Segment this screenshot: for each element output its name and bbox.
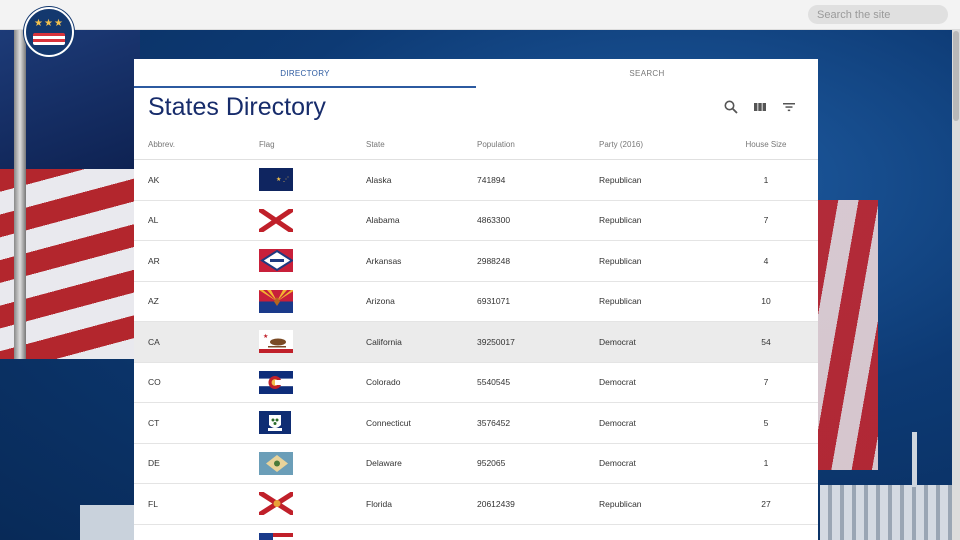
- table-row[interactable]: CO Colorado 5540545 Democrat 7: [134, 362, 818, 403]
- cell-state: Delaware: [352, 443, 463, 484]
- table-row[interactable]: AR Arkansas 2988248 Republican 4: [134, 240, 818, 282]
- site-logo[interactable]: ★★★: [24, 7, 74, 57]
- cell-population: 4863300: [463, 200, 585, 241]
- connecticut-flag-icon: [259, 411, 291, 435]
- cell-population: 952065: [463, 443, 585, 484]
- cell-house-size: 1: [714, 159, 818, 201]
- cell-party: Republican: [585, 281, 714, 322]
- column-header-flag[interactable]: Flag: [245, 129, 352, 160]
- alabama-flag-icon: [259, 208, 293, 232]
- table-row[interactable]: CA ★ California 39250017 Democrat 54: [134, 321, 818, 363]
- cell-state: Alaska: [352, 159, 463, 201]
- cell-state: Arizona: [352, 281, 463, 322]
- flag-pole: [14, 29, 26, 359]
- cell-abbrev: DE: [134, 443, 245, 484]
- cell-population: 20612439: [463, 483, 585, 525]
- cell-population: 39250017: [463, 321, 585, 363]
- cell-abbrev: CA: [134, 321, 245, 363]
- cell-abbrev: CO: [134, 362, 245, 403]
- alaska-flag-icon: ★ ⋰: [259, 168, 293, 192]
- cell-house-size: 7: [714, 200, 818, 241]
- table-row[interactable]: FL Florida 20612439 Republican 27: [134, 483, 818, 525]
- search-icon[interactable]: [723, 99, 739, 115]
- column-header-party[interactable]: Party (2016): [585, 129, 714, 160]
- directory-card: DIRECTORY SEARCH States Directory Abbrev…: [134, 59, 818, 540]
- tab-bar: DIRECTORY SEARCH: [134, 59, 818, 88]
- table-header-row: Abbrev. Flag State Population Party (201…: [134, 129, 818, 160]
- table-row[interactable]: AL Alabama 4863300 Republican 7: [134, 200, 818, 241]
- cell-state: Colorado: [352, 362, 463, 403]
- georgia-flag-icon: [259, 532, 293, 540]
- cell-house-size: 1: [714, 443, 818, 484]
- cell-house-size: 10: [714, 281, 818, 322]
- site-search-input[interactable]: [808, 5, 948, 24]
- delaware-flag-icon: [259, 451, 293, 475]
- florida-flag-icon: [259, 492, 293, 516]
- stripes-icon: [33, 33, 65, 45]
- svg-text:★: ★: [263, 333, 268, 340]
- page-scrollbar[interactable]: [952, 29, 960, 540]
- tab-directory[interactable]: DIRECTORY: [134, 59, 476, 88]
- cell-state: Florida: [352, 483, 463, 525]
- cell-party: Republican: [585, 159, 714, 201]
- cell-state: Arkansas: [352, 240, 463, 282]
- stars-icon: ★★★: [34, 18, 64, 29]
- cell-party: Democrat: [585, 443, 714, 484]
- cell-party: Democrat: [585, 362, 714, 403]
- capitol-spire: [912, 432, 917, 487]
- colorado-flag-icon: [259, 370, 293, 394]
- capitol-building: [820, 485, 960, 540]
- cell-abbrev: AZ: [134, 281, 245, 322]
- table-row[interactable]: AK ★ ⋰ Alaska 741894 Republican 1: [134, 159, 818, 201]
- top-bar: [0, 0, 960, 30]
- cell-party: Republican: [585, 200, 714, 241]
- states-table: Abbrev. Flag State Population Party (201…: [134, 129, 818, 540]
- us-flag-image-right: [818, 200, 878, 470]
- cell-state: Alabama: [352, 200, 463, 241]
- column-header-abbrev[interactable]: Abbrev.: [134, 129, 245, 160]
- column-header-population[interactable]: Population: [463, 129, 585, 160]
- cell-house-size: 4: [714, 240, 818, 282]
- scrollbar-thumb[interactable]: [953, 31, 959, 121]
- cell-abbrev: AK: [134, 159, 245, 201]
- cell-population: 3576452: [463, 402, 585, 444]
- cell-population: 2988248: [463, 240, 585, 282]
- cell-house-size: 27: [714, 483, 818, 525]
- tab-search[interactable]: SEARCH: [476, 59, 818, 88]
- capitol-building-left: [80, 505, 140, 540]
- column-header-state[interactable]: State: [352, 129, 463, 160]
- cell-abbrev: AR: [134, 240, 245, 282]
- table-row-partial[interactable]: [134, 524, 818, 540]
- cell-abbrev: AL: [134, 200, 245, 241]
- cell-party: Republican: [585, 483, 714, 525]
- cell-abbrev: FL: [134, 483, 245, 525]
- cell-house-size: 5: [714, 402, 818, 444]
- cell-abbrev: CT: [134, 402, 245, 444]
- cell-party: Democrat: [585, 402, 714, 444]
- filter-icon[interactable]: [781, 99, 797, 115]
- cell-population: 6931071: [463, 281, 585, 322]
- cell-state: Connecticut: [352, 402, 463, 444]
- table-row[interactable]: DE Delaware 952065 Democrat 1: [134, 443, 818, 484]
- cell-house-size: 54: [714, 321, 818, 363]
- cell-population: 741894: [463, 159, 585, 201]
- cell-party: Democrat: [585, 321, 714, 363]
- column-header-house-size[interactable]: House Size: [714, 129, 818, 160]
- cell-party: Republican: [585, 240, 714, 282]
- arizona-flag-icon: [259, 289, 293, 313]
- cell-state: California: [352, 321, 463, 363]
- page-title: States Directory: [148, 93, 326, 121]
- table-row[interactable]: AZ Arizona 6931071 Republican 10: [134, 281, 818, 322]
- columns-icon[interactable]: [752, 99, 768, 115]
- cell-population: 5540545: [463, 362, 585, 403]
- cell-house-size: 7: [714, 362, 818, 403]
- table-row[interactable]: CT Connecticut 3576452 Democrat 5: [134, 402, 818, 444]
- arkansas-flag-icon: [259, 249, 293, 273]
- california-flag-icon: ★: [259, 330, 293, 354]
